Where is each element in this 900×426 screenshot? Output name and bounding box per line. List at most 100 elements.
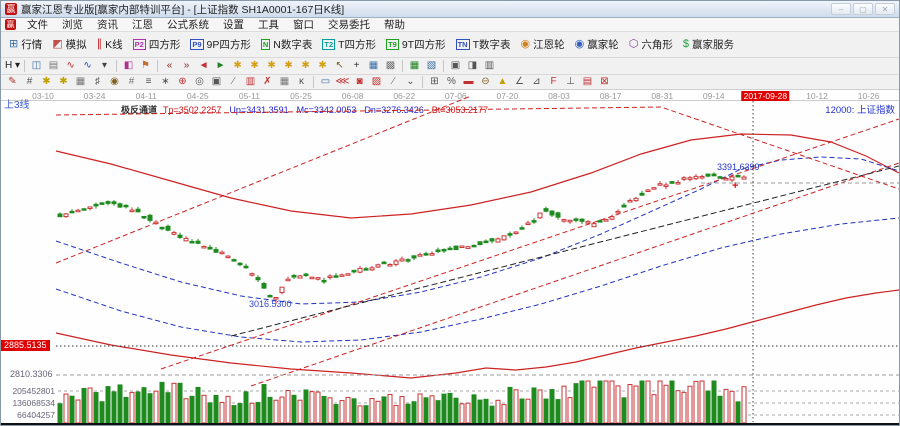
- red-grid-icon[interactable]: ▥: [242, 75, 259, 89]
- grid-icon[interactable]: ▦: [365, 59, 382, 73]
- compare-icon[interactable]: ◧: [120, 59, 137, 73]
- list-icon[interactable]: ▤: [45, 59, 62, 73]
- print-icon[interactable]: ▥: [481, 59, 498, 73]
- gann-tool-6-icon[interactable]: ✱: [314, 59, 331, 73]
- gann-tool-1-icon[interactable]: ✱: [229, 59, 246, 73]
- toolbar-button-四方形[interactable]: P2四方形: [128, 35, 186, 54]
- first-page-icon[interactable]: «: [161, 59, 178, 73]
- toolbar-button-江恩轮[interactable]: ◉江恩轮: [516, 35, 570, 54]
- menu-item-工具[interactable]: 工具: [251, 18, 286, 32]
- pointer-icon[interactable]: ↖: [331, 59, 348, 73]
- toolbar-button-9P四方形[interactable]: P99P四方形: [185, 35, 256, 54]
- rings-icon[interactable]: ◎: [191, 75, 208, 89]
- toolbar-button-label: 模拟: [66, 37, 87, 52]
- diagonal-icon[interactable]: ∕: [385, 75, 402, 89]
- rays-icon[interactable]: ⋘: [334, 75, 351, 89]
- toolbar-button-label: K线: [105, 37, 123, 52]
- period-selector-icon[interactable]: H ▾: [4, 59, 21, 73]
- layout-icon[interactable]: ◫: [28, 59, 45, 73]
- menu-item-江恩[interactable]: 江恩: [125, 18, 160, 32]
- flag-icon[interactable]: ⚑: [137, 59, 154, 73]
- chart-menu-icon[interactable]: ▾: [96, 59, 113, 73]
- grid-lines-icon[interactable]: #: [21, 75, 38, 89]
- target-icon[interactable]: ⊕: [174, 75, 191, 89]
- gann-tool-5-icon[interactable]: ✱: [297, 59, 314, 73]
- triangle-icon[interactable]: ▲: [494, 75, 511, 89]
- K线-icon: ∥: [97, 39, 103, 50]
- gann-tool-3-icon[interactable]: ✱: [263, 59, 280, 73]
- table-icon[interactable]: ▧: [423, 59, 440, 73]
- toolbar-button-赢家轮[interactable]: ◉赢家轮: [570, 35, 624, 54]
- next-icon[interactable]: ►: [212, 59, 229, 73]
- close-box-icon[interactable]: ⊠: [596, 75, 613, 89]
- fibonacci-icon[interactable]: F: [545, 75, 562, 89]
- square-grid-icon[interactable]: ▦: [72, 75, 89, 89]
- toolbar-button-T数字表[interactable]: TNT数字表: [451, 35, 516, 54]
- support-icon[interactable]: ⊥: [562, 75, 579, 89]
- red-box-1-icon[interactable]: ◙: [351, 75, 368, 89]
- window-tool-icon[interactable]: ▭: [317, 75, 334, 89]
- toolbar-button-K线[interactable]: ∥K线: [92, 35, 128, 54]
- toolbar-button-赢家服务[interactable]: $赢家服务: [678, 35, 739, 54]
- maximize-button[interactable]: ▢: [853, 3, 873, 15]
- 9P四方形-icon: P9: [190, 39, 203, 50]
- crosshair-icon[interactable]: +: [348, 59, 365, 73]
- tick-chart-icon[interactable]: ∿: [62, 59, 79, 73]
- gann-tool-4-icon[interactable]: ✱: [280, 59, 297, 73]
- toolbar-button-9T四方形[interactable]: T99T四方形: [381, 35, 451, 54]
- toolbar-button-label: 六角形: [641, 37, 673, 52]
- menu-item-交易委托[interactable]: 交易委托: [321, 18, 377, 32]
- angles-icon[interactable]: ♯: [89, 75, 106, 89]
- resistance-icon[interactable]: ▤: [579, 75, 596, 89]
- 行情-icon: ⊞: [9, 39, 18, 50]
- prev-icon[interactable]: ◄: [195, 59, 212, 73]
- red-box-2-icon[interactable]: ▨: [368, 75, 385, 89]
- close-button[interactable]: ✕: [875, 3, 895, 15]
- ellipse-icon[interactable]: ⊖: [477, 75, 494, 89]
- export-icon[interactable]: ◨: [464, 59, 481, 73]
- draw-pencil-icon[interactable]: ✎: [4, 75, 21, 89]
- toolbar-button-N数字表[interactable]: NN数字表: [256, 35, 318, 54]
- chart-canvas[interactable]: [1, 90, 900, 426]
- angle-2-icon[interactable]: ⊿: [528, 75, 545, 89]
- save-icon[interactable]: ▣: [447, 59, 464, 73]
- toolbar-separator: [443, 60, 444, 72]
- low-price-label: 3016.5300: [249, 299, 292, 309]
- toolbar-button-行情[interactable]: ⊞行情: [4, 35, 47, 54]
- menu-item-资讯[interactable]: 资讯: [90, 18, 125, 32]
- delete-draw-icon[interactable]: ✗: [259, 75, 276, 89]
- circle-tool-icon[interactable]: ◉: [106, 75, 123, 89]
- line-chart-icon[interactable]: ∿: [79, 59, 96, 73]
- window-controls: –▢✕: [831, 3, 895, 15]
- menu-item-浏览[interactable]: 浏览: [55, 18, 90, 32]
- bar-tool-icon[interactable]: ▬: [460, 75, 477, 89]
- angle-1-icon[interactable]: ∠: [511, 75, 528, 89]
- trend-line-icon[interactable]: ∕: [225, 75, 242, 89]
- gann-grid-icon[interactable]: #: [123, 75, 140, 89]
- pattern-icon[interactable]: ▩: [382, 59, 399, 73]
- table-grid-icon[interactable]: ⊞: [426, 75, 443, 89]
- minimize-button[interactable]: –: [831, 3, 851, 15]
- matrix-icon[interactable]: ▦: [276, 75, 293, 89]
- gann-tool-2-icon[interactable]: ✱: [246, 59, 263, 73]
- toolbar-button-label: 赢家服务: [692, 37, 734, 52]
- calendar-icon[interactable]: ▦: [406, 59, 423, 73]
- levels-icon[interactable]: ≡: [140, 75, 157, 89]
- menu-item-窗口[interactable]: 窗口: [286, 18, 321, 32]
- last-page-icon[interactable]: »: [178, 59, 195, 73]
- toolbar-button-六角形[interactable]: ⬡六角形: [624, 35, 678, 54]
- menu-item-设置[interactable]: 设置: [216, 18, 251, 32]
- menu-item-帮助[interactable]: 帮助: [377, 18, 412, 32]
- k-tool-icon[interactable]: ĸ: [293, 75, 310, 89]
- menu-item-公式系统[interactable]: 公式系统: [160, 18, 216, 32]
- toolbar-button-模拟[interactable]: ◩模拟: [47, 35, 91, 54]
- menu-item-文件[interactable]: 文件: [20, 18, 55, 32]
- toolbar-button-T四方形[interactable]: T2T四方形: [317, 35, 381, 54]
- box-tool-icon[interactable]: ▣: [208, 75, 225, 89]
- 赢家服务-icon: $: [683, 39, 689, 50]
- star-grid-2-icon[interactable]: ✱: [55, 75, 72, 89]
- fan-icon[interactable]: ∗: [157, 75, 174, 89]
- star-grid-1-icon[interactable]: ✱: [38, 75, 55, 89]
- percent-icon[interactable]: %: [443, 75, 460, 89]
- arc-icon[interactable]: ⌄: [402, 75, 419, 89]
